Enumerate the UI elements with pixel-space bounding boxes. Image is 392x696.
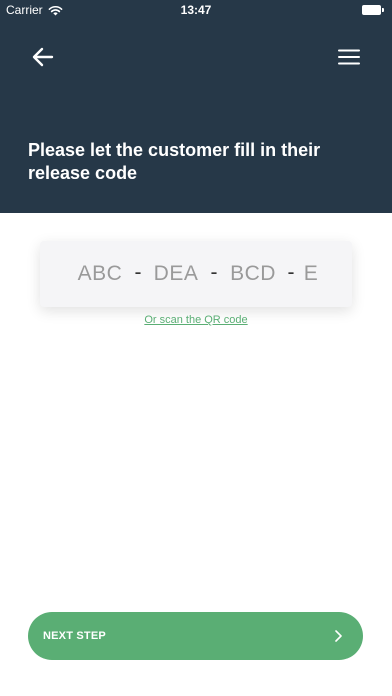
code-separator: - (287, 261, 295, 284)
status-bar: Carrier 13:47 (0, 0, 392, 22)
next-step-button[interactable]: NEXT STEP (28, 612, 363, 660)
code-separator: - (210, 261, 218, 284)
arrow-left-icon (32, 47, 54, 67)
hamburger-menu-icon (338, 49, 360, 65)
header: Carrier 13:47 Please let the customer fi… (0, 0, 392, 213)
menu-button[interactable] (334, 42, 364, 72)
back-button[interactable] (28, 42, 58, 72)
code-segment-4[interactable]: E (299, 241, 323, 307)
page-title: Please let the customer fill in their re… (28, 140, 321, 183)
next-step-label: NEXT STEP (43, 630, 106, 642)
chevron-right-icon (335, 630, 342, 642)
code-segment-3[interactable]: BCD (223, 241, 283, 307)
code-segment-1[interactable]: ABC (70, 241, 130, 307)
release-code-input[interactable]: ABC - DEA - BCD - E (40, 241, 352, 307)
code-separator: - (134, 261, 142, 284)
scan-qr-link[interactable]: Or scan the QR code (0, 314, 392, 326)
status-time: 13:47 (180, 3, 212, 17)
battery-icon (362, 5, 384, 15)
code-segment-2[interactable]: DEA (146, 241, 206, 307)
